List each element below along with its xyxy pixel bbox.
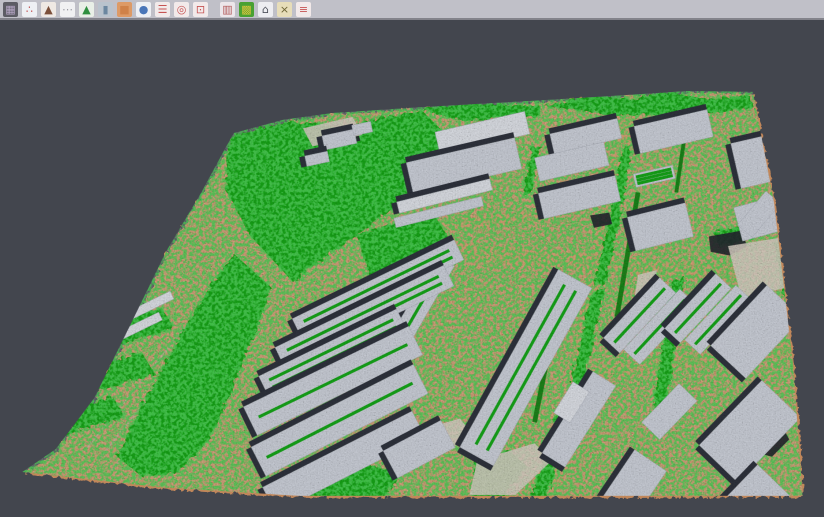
building-model-icon[interactable]: ⌂ <box>258 2 273 17</box>
profile-icon[interactable]: ▮ <box>98 2 113 17</box>
application-window: ▦ ∴ ▲ ⋯ ▲ ▮ ■ ● ☰ ◎ ⊡ ▥ ▩ ⌂ × ≡ <box>0 0 824 517</box>
clip-icon[interactable]: ▥ <box>220 2 235 17</box>
orthophoto-icon[interactable]: ■ <box>117 2 132 17</box>
box-select-icon[interactable]: ⊡ <box>193 2 208 17</box>
dataset-icon[interactable]: ▦ <box>3 2 18 17</box>
class-clear-icon[interactable]: × <box>277 2 292 17</box>
sparse-points-icon[interactable]: ⋯ <box>60 2 75 17</box>
point-cloud-icon[interactable]: ∴ <box>22 2 37 17</box>
circle-select-icon[interactable]: ◎ <box>174 2 189 17</box>
classify-icon[interactable]: ▩ <box>239 2 254 17</box>
viewport-3d[interactable] <box>0 22 824 517</box>
scene-canvas <box>0 22 824 517</box>
terrain-icon[interactable]: ▲ <box>41 2 56 17</box>
main-toolbar: ▦ ∴ ▲ ⋯ ▲ ▮ ■ ● ☰ ◎ ⊡ ▥ ▩ ⌂ × ≡ <box>0 0 824 20</box>
dtm-icon[interactable]: ▲ <box>79 2 94 17</box>
cross-section-icon[interactable]: ☰ <box>155 2 170 17</box>
globe-3d-icon[interactable]: ● <box>136 2 151 17</box>
remove-lines-icon[interactable]: ≡ <box>296 2 311 17</box>
